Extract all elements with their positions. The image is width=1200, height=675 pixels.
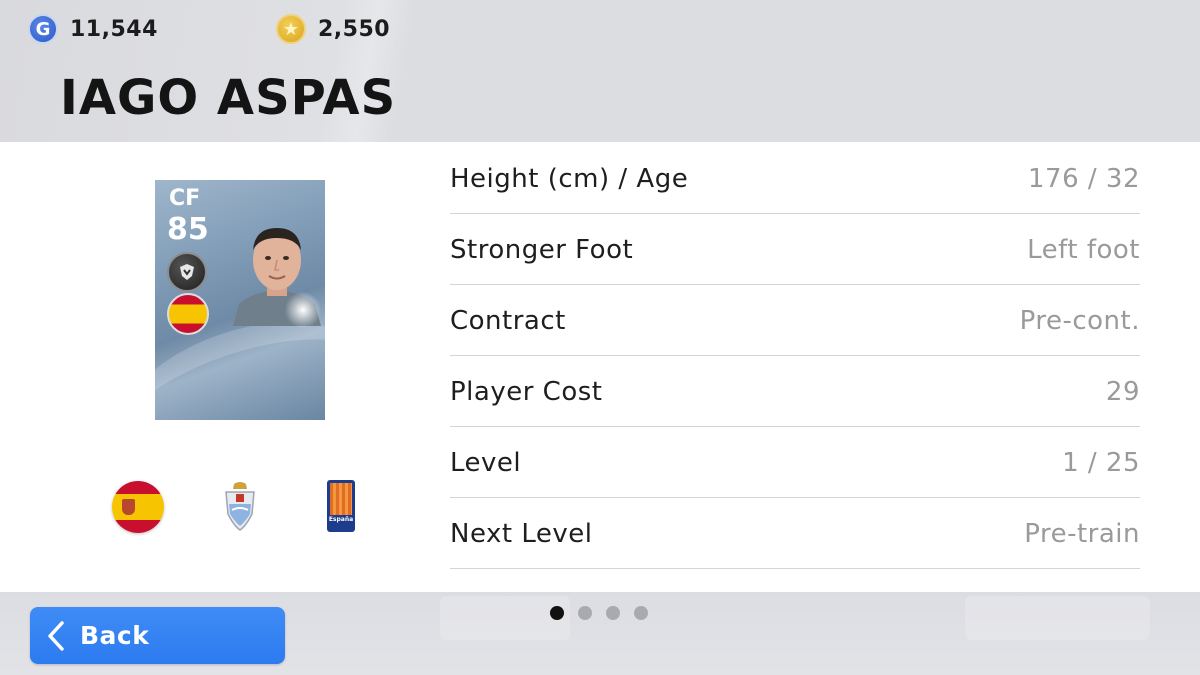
legend-badge-icon — [167, 252, 207, 292]
stat-row-next-level: Next Level Pre-train — [450, 499, 1140, 569]
coin-value: 2,550 — [318, 16, 391, 42]
header-bar: G 11,544 ★ 2,550 IAGO ASPAS — [0, 0, 1200, 142]
stat-value: Left foot — [1027, 234, 1140, 265]
coin-balance: ★ 2,550 — [276, 13, 390, 45]
page-dot-4[interactable] — [634, 606, 648, 620]
league-label: España — [328, 516, 354, 523]
stat-value: 176 / 32 — [1028, 163, 1140, 194]
star-coin-icon: ★ — [276, 14, 306, 44]
stat-label: Stronger Foot — [450, 234, 634, 265]
league-logo-icon: España — [327, 480, 355, 532]
stat-row-player-cost: Player Cost 29 — [450, 357, 1140, 427]
stat-value: 29 — [1105, 376, 1140, 407]
stat-label: Level — [450, 447, 522, 478]
player-stats-list: Height (cm) / Age 176 / 32 Stronger Foot… — [450, 144, 1140, 570]
stat-row-contract: Contract Pre-cont. — [450, 286, 1140, 356]
spain-flag-icon — [112, 481, 164, 533]
stat-label: Height (cm) / Age — [450, 163, 689, 194]
gp-coin-icon: G — [28, 14, 58, 44]
club-crest-icon — [220, 480, 260, 532]
back-button[interactable]: Back — [30, 607, 285, 664]
stat-row-stronger-foot: Stronger Foot Left foot — [450, 215, 1140, 285]
stat-value: Pre-train — [1024, 518, 1140, 549]
gp-value: 11,544 — [70, 16, 158, 42]
stat-row-height-age: Height (cm) / Age 176 / 32 — [450, 144, 1140, 214]
card-position: CF — [169, 186, 201, 211]
footer-ghost-right — [965, 596, 1150, 640]
stat-label: Contract — [450, 305, 566, 336]
stat-label: Next Level — [450, 518, 593, 549]
card-rating: 85 — [167, 212, 209, 247]
back-button-label: Back — [80, 621, 150, 650]
page-indicator[interactable] — [550, 606, 662, 620]
card-shine — [283, 290, 323, 330]
stat-row-level: Level 1 / 25 — [450, 428, 1140, 498]
gp-balance: G 11,544 — [28, 13, 158, 45]
page-dot-3[interactable] — [606, 606, 620, 620]
stat-value: Pre-cont. — [1019, 305, 1140, 336]
stat-value: 1 / 25 — [1062, 447, 1140, 478]
page-dot-2[interactable] — [578, 606, 592, 620]
page-dot-1[interactable] — [550, 606, 564, 620]
player-name: IAGO ASPAS — [60, 70, 397, 126]
chevron-left-icon — [46, 619, 72, 653]
spain-flag-icon — [167, 293, 209, 335]
player-card[interactable]: CF 85 — [155, 180, 325, 420]
stat-label: Player Cost — [450, 376, 603, 407]
